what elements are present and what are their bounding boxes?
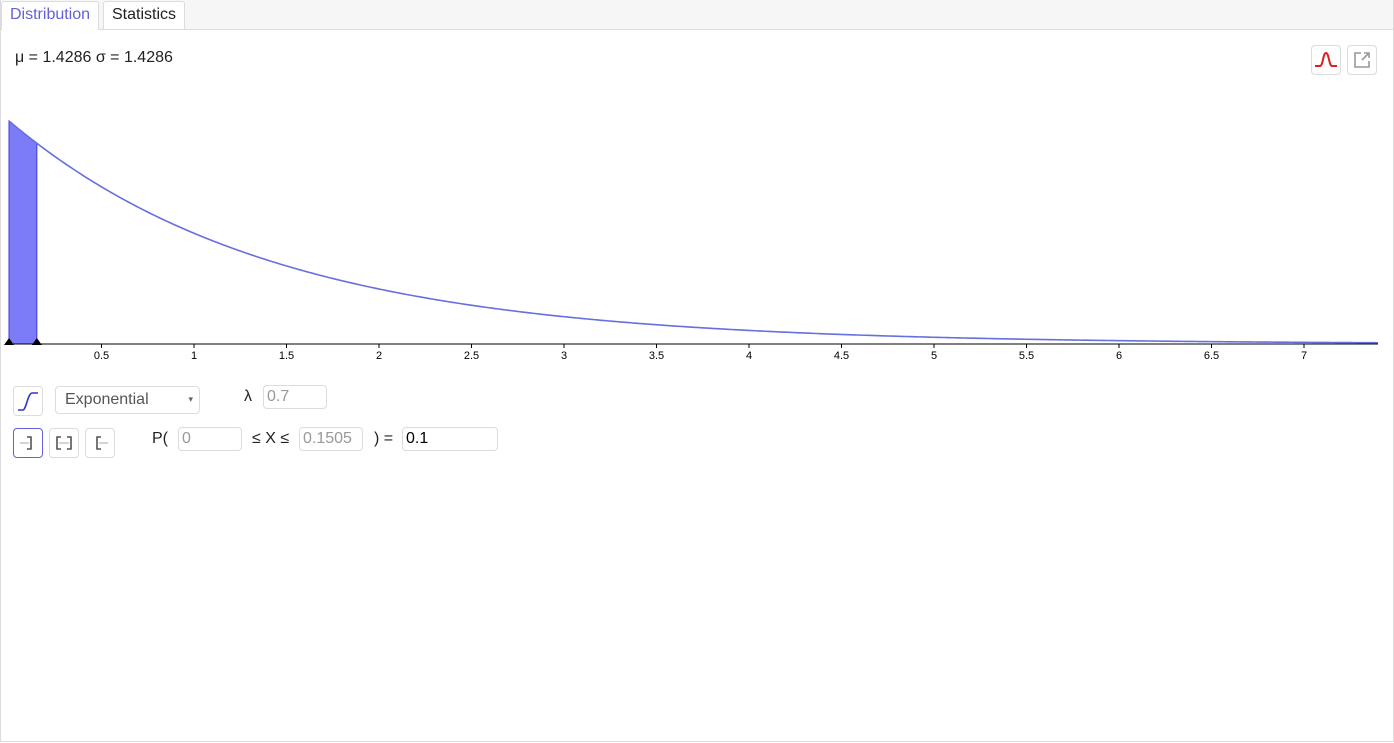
lambda-input[interactable] xyxy=(263,385,327,409)
x-tick-label: 6 xyxy=(1116,350,1122,362)
distribution-chart[interactable]: 0.5 1 1.5 2 2.5 3 3.5 4 4.5 5 5.5 6 6.5 7 xyxy=(0,100,1394,370)
mean-sd-readout: μ = 1.4286 σ = 1.4286 xyxy=(15,49,173,66)
cumulative-curve-icon xyxy=(18,392,38,411)
x-tick-label: 1.5 xyxy=(279,350,294,362)
distribution-select[interactable]: Exponential ▾ xyxy=(55,386,200,414)
x-tick-label: 6.5 xyxy=(1204,350,1219,362)
left-sided-button[interactable] xyxy=(13,428,43,458)
export-button[interactable] xyxy=(1347,45,1377,75)
right-sided-button[interactable] xyxy=(85,428,115,458)
x-tick-label: 2 xyxy=(376,350,382,362)
left-sided-icon xyxy=(20,436,32,450)
x-tick-label: 4.5 xyxy=(834,350,849,362)
tab-distribution[interactable]: Distribution xyxy=(1,1,100,30)
chevron-down-icon: ▾ xyxy=(188,394,193,404)
probability-middle: ≤ X ≤ xyxy=(252,430,290,447)
x-tick-label: 3.5 xyxy=(649,350,664,362)
density-curve xyxy=(8,120,1379,344)
tab-statistics[interactable]: Statistics xyxy=(103,1,186,29)
x-tick-label: 4 xyxy=(746,350,752,362)
probability-shaded-area xyxy=(8,119,38,345)
interval-icon xyxy=(56,436,72,450)
probability-suffix: ) = xyxy=(374,430,394,447)
probability-prefix: P( xyxy=(152,430,168,447)
export-icon xyxy=(1354,52,1370,68)
right-sided-icon xyxy=(96,436,108,450)
x-tick-label: 2.5 xyxy=(464,350,479,362)
tab-bar: Distribution Statistics xyxy=(0,0,1394,30)
x-tick-label: 5.5 xyxy=(1019,350,1034,362)
x-tick-label: 5 xyxy=(931,350,937,362)
upper-bound-input[interactable] xyxy=(299,427,363,451)
x-tick-label: 7 xyxy=(1301,350,1307,362)
cumulative-toggle-button[interactable] xyxy=(13,386,43,416)
bell-curve-icon xyxy=(1315,51,1337,67)
lower-bound-input[interactable] xyxy=(178,427,242,451)
distribution-select-value: Exponential xyxy=(65,391,149,408)
x-tick-label: 3 xyxy=(561,350,567,362)
lambda-label: λ xyxy=(244,388,252,405)
probability-result-input[interactable] xyxy=(402,427,498,451)
normal-overlay-button[interactable] xyxy=(1311,45,1341,75)
x-tick-label: 1 xyxy=(191,350,197,362)
interval-button[interactable] xyxy=(49,428,79,458)
x-tick-label: 0.5 xyxy=(94,350,109,362)
